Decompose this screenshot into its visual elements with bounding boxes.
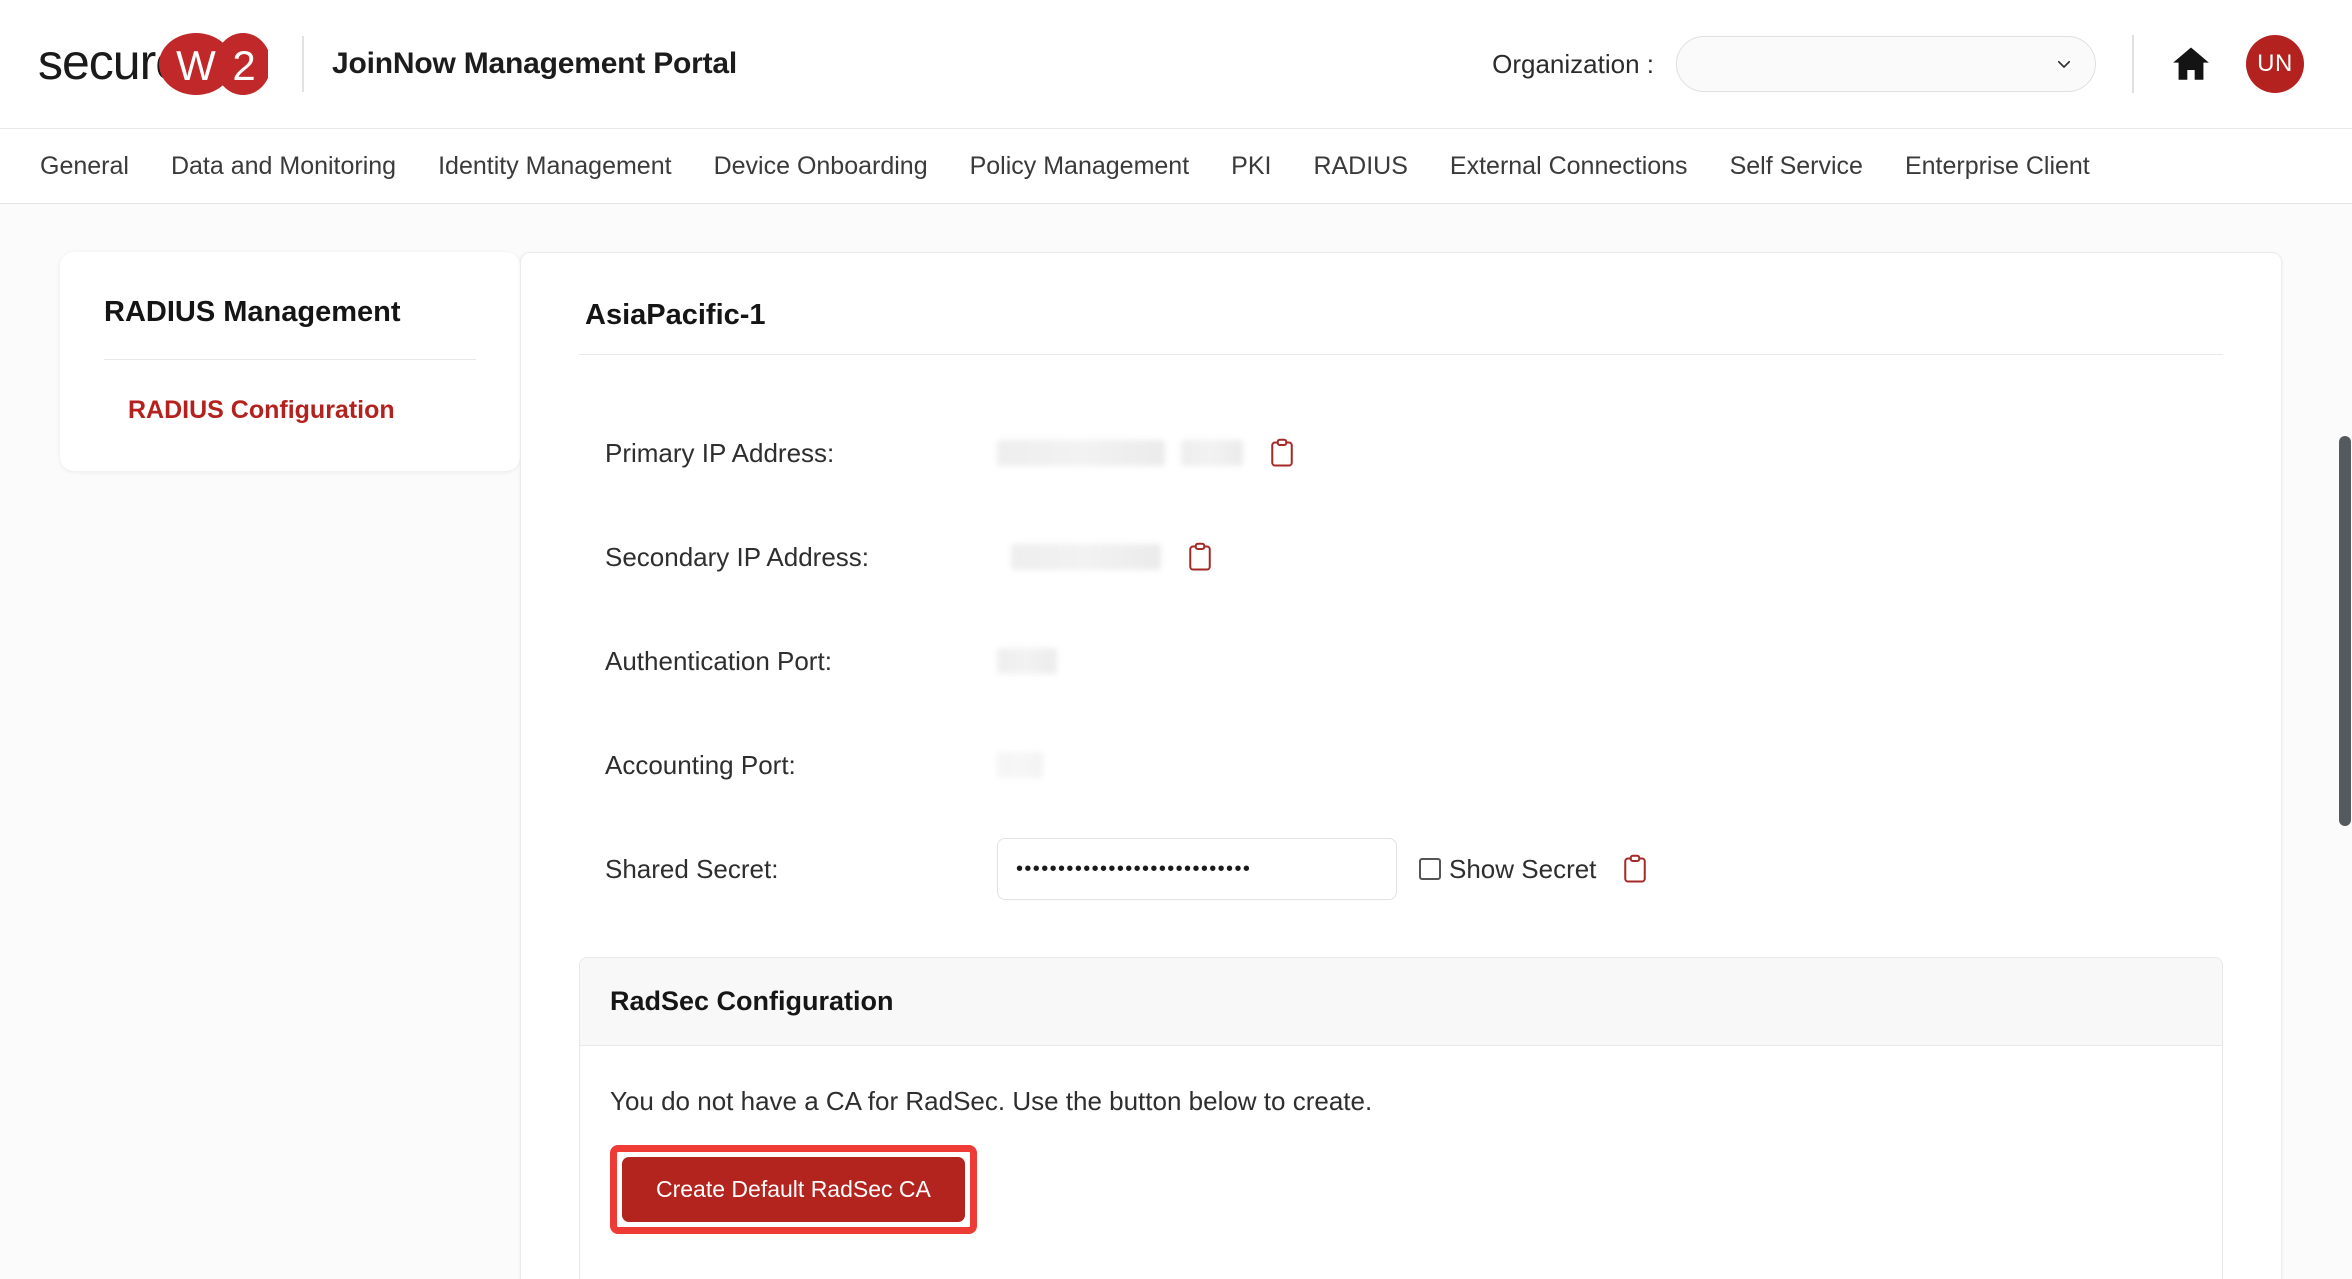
- secondary-ip-value-redacted: [997, 544, 1161, 570]
- nav-item-device-onboarding[interactable]: Device Onboarding: [712, 146, 930, 187]
- show-secret-label: Show Secret: [1449, 853, 1597, 884]
- clipboard-copy-icon: [1271, 438, 1293, 467]
- radius-configuration-panel: AsiaPacific-1 Primary IP Address: Second…: [520, 252, 2282, 1279]
- header-divider-2: [2132, 35, 2134, 93]
- copy-secondary-ip-button[interactable]: [1187, 542, 1213, 572]
- accounting-port-value-redacted: [997, 752, 1043, 778]
- nav-item-self-service[interactable]: Self Service: [1728, 146, 1865, 187]
- sidebar-divider: [104, 359, 476, 360]
- shared-secret-value: ••••••••••••••••••••••••••••: [1016, 857, 1252, 880]
- annotation-highlight: Create Default RadSec CA: [610, 1145, 977, 1234]
- field-row-accounting-port: Accounting Port:: [579, 713, 2223, 817]
- nav-item-general[interactable]: General: [38, 146, 131, 187]
- app-header: secure W 2 JoinNow Management Portal Org…: [0, 0, 2352, 128]
- field-row-secondary-ip: Secondary IP Address:: [579, 505, 2223, 609]
- shared-secret-label: Shared Secret:: [605, 853, 779, 884]
- organization-select[interactable]: [1676, 36, 2096, 92]
- sidebar-card: RADIUS Management RADIUS Configuration: [60, 252, 520, 471]
- home-icon: [2173, 47, 2209, 80]
- create-default-radsec-ca-button[interactable]: Create Default RadSec CA: [622, 1157, 965, 1222]
- shared-secret-input[interactable]: ••••••••••••••••••••••••••••: [997, 838, 1397, 900]
- show-secret-toggle[interactable]: Show Secret: [1419, 854, 1596, 885]
- svg-text:W: W: [176, 42, 216, 89]
- copy-shared-secret-button[interactable]: [1622, 854, 1648, 884]
- sidebar: RADIUS Management RADIUS Configuration: [0, 252, 520, 471]
- securew2-logo-mark: secure W 2: [38, 33, 268, 95]
- main-navigation: General Data and Monitoring Identity Man…: [0, 128, 2352, 204]
- header-divider: [302, 36, 304, 92]
- region-title: AsiaPacific-1: [585, 299, 766, 331]
- show-secret-checkbox[interactable]: [1419, 858, 1441, 880]
- radsec-configuration-panel: RadSec Configuration You do not have a C…: [579, 957, 2223, 1279]
- avatar-initials: UN: [2257, 50, 2293, 77]
- secondary-ip-label: Secondary IP Address:: [605, 541, 870, 572]
- radsec-panel-header: RadSec Configuration: [580, 958, 2222, 1046]
- home-button[interactable]: [2170, 43, 2212, 85]
- nav-item-identity-management[interactable]: Identity Management: [436, 146, 673, 187]
- region-divider: [579, 354, 2223, 355]
- field-row-primary-ip: Primary IP Address:: [579, 401, 2223, 505]
- organization-label: Organization :: [1492, 48, 1654, 79]
- sidebar-item-radius-configuration[interactable]: RADIUS Configuration: [104, 396, 476, 425]
- svg-text:2: 2: [232, 42, 255, 89]
- authentication-port-value-redacted: [997, 648, 1057, 674]
- nav-item-external-connections[interactable]: External Connections: [1448, 146, 1690, 187]
- clipboard-copy-icon: [1624, 854, 1647, 883]
- primary-ip-value-redacted: [997, 440, 1243, 466]
- page-title: JoinNow Management Portal: [332, 47, 738, 80]
- page-body: RADIUS Management RADIUS Configuration A…: [0, 204, 2352, 1279]
- radsec-message: You do not have a CA for RadSec. Use the…: [610, 1086, 1373, 1116]
- accounting-port-label: Accounting Port:: [605, 749, 796, 780]
- copy-primary-ip-button[interactable]: [1269, 438, 1295, 468]
- nav-item-policy-management[interactable]: Policy Management: [968, 146, 1192, 187]
- scrollbar-thumb[interactable]: [2339, 436, 2351, 826]
- avatar[interactable]: UN: [2246, 35, 2304, 93]
- clipboard-copy-icon: [1189, 542, 1211, 571]
- nav-item-data-and-monitoring[interactable]: Data and Monitoring: [169, 146, 398, 187]
- header-right-group: Organization : UN: [1492, 35, 2304, 93]
- field-row-authentication-port: Authentication Port:: [579, 609, 2223, 713]
- securew2-logo[interactable]: secure W 2: [38, 33, 268, 95]
- page-scrollbar[interactable]: [2338, 204, 2352, 1279]
- field-row-shared-secret: Shared Secret: •••••••••••••••••••••••••…: [579, 817, 2223, 921]
- nav-item-pki[interactable]: PKI: [1229, 146, 1273, 187]
- nav-item-enterprise-client[interactable]: Enterprise Client: [1903, 146, 2092, 187]
- sidebar-title: RADIUS Management: [104, 296, 401, 328]
- authentication-port-label: Authentication Port:: [605, 645, 832, 676]
- chevron-down-icon: [2057, 60, 2071, 68]
- nav-item-radius[interactable]: RADIUS: [1311, 146, 1409, 187]
- primary-ip-label: Primary IP Address:: [605, 437, 835, 468]
- radsec-panel-body: You do not have a CA for RadSec. Use the…: [580, 1046, 2222, 1279]
- main-content: AsiaPacific-1 Primary IP Address: Second…: [520, 252, 2352, 1279]
